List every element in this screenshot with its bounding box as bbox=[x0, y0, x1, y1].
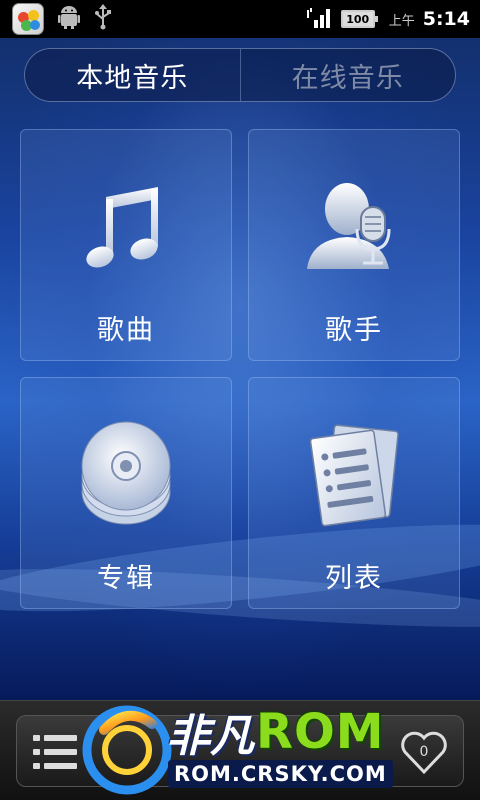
tile-artists[interactable]: 歌手 bbox=[248, 129, 460, 361]
tile-playlists-label: 列表 bbox=[325, 563, 383, 594]
clock-ampm: 上午 bbox=[388, 13, 415, 29]
watermark-url: ROM.CRSKY.COM bbox=[168, 760, 393, 788]
android-debug-icon bbox=[58, 5, 80, 33]
artist-microphone-icon bbox=[299, 172, 409, 282]
status-notifications bbox=[0, 3, 112, 35]
battery-level: 100 bbox=[346, 12, 370, 26]
tile-songs[interactable]: 歌曲 bbox=[20, 129, 232, 361]
favorites-count: 0 bbox=[419, 744, 429, 760]
status-system: 100 上午 5:14 bbox=[306, 0, 470, 38]
signal-icon bbox=[306, 6, 333, 32]
tile-artists-label: 歌手 bbox=[325, 315, 383, 346]
tile-albums-label: 专辑 bbox=[97, 563, 155, 594]
usb-icon bbox=[94, 4, 112, 34]
music-note-icon bbox=[71, 172, 181, 282]
watermark-title-cn: 非凡 bbox=[166, 711, 254, 762]
list-icon[interactable] bbox=[31, 732, 81, 772]
tab-local-music[interactable]: 本地音乐 bbox=[25, 49, 240, 101]
clock-time: 5:14 bbox=[422, 8, 470, 30]
battery-icon: 100 bbox=[340, 10, 378, 28]
playlist-document-icon bbox=[299, 420, 409, 530]
watermark-title: 非凡 ROM bbox=[166, 703, 385, 762]
tile-songs-label: 歌曲 bbox=[97, 315, 155, 346]
tile-playlists[interactable]: 列表 bbox=[248, 377, 460, 609]
watermark-logo-icon bbox=[82, 700, 172, 795]
app-store-icon[interactable] bbox=[12, 3, 44, 35]
favorites-button[interactable]: 0 bbox=[399, 728, 449, 776]
status-bar: 100 上午 5:14 bbox=[0, 0, 480, 38]
tile-albums[interactable]: 专辑 bbox=[20, 377, 232, 609]
album-disc-icon bbox=[71, 420, 181, 530]
watermark-title-rom: ROM bbox=[256, 704, 385, 760]
tab-online-music[interactable]: 在线音乐 bbox=[239, 49, 456, 101]
music-source-tabs: 本地音乐 在线音乐 bbox=[24, 48, 456, 102]
